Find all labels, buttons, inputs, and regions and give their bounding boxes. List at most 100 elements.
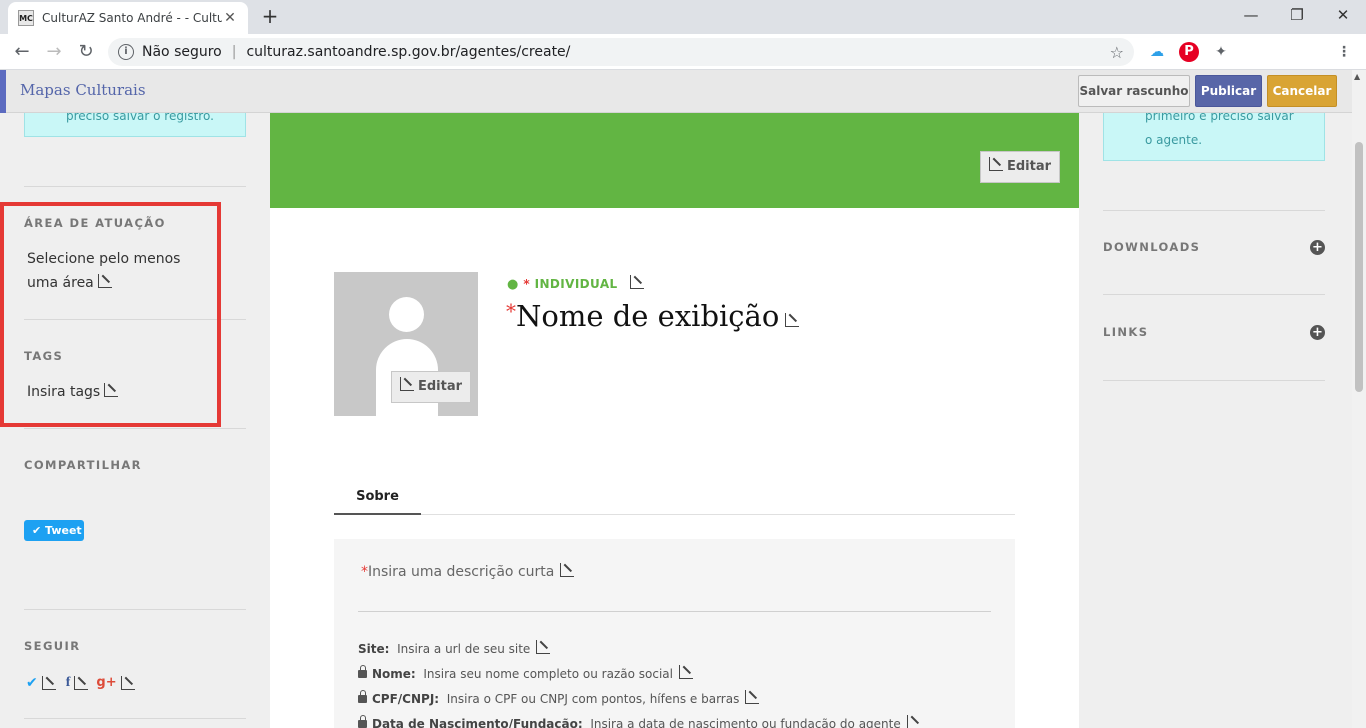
- divider: [24, 609, 246, 610]
- user-icon: ●: [507, 277, 519, 292]
- site-header: Mapas Culturais Salvar rascunho Publicar…: [0, 70, 1352, 113]
- add-download-icon[interactable]: +: [1310, 240, 1325, 255]
- twitter-icon[interactable]: ✔: [26, 673, 38, 693]
- cover-edit-label: Editar: [1007, 159, 1052, 174]
- reload-icon[interactable]: ↻: [72, 38, 100, 66]
- divider: [24, 186, 246, 187]
- extensions-puzzle-icon[interactable]: ✦: [1211, 42, 1231, 62]
- right-sidebar: primeiro é preciso salvar o agente. DOWN…: [1079, 103, 1352, 728]
- facebook-icon[interactable]: f: [66, 673, 71, 693]
- browser-menu-icon[interactable]: ⋮: [1334, 42, 1354, 62]
- agent-type[interactable]: ● * INDIVIDUAL: [507, 275, 645, 292]
- edit-icon[interactable]: [906, 715, 921, 728]
- display-name-field[interactable]: *Nome de exibição: [506, 299, 800, 333]
- display-name-placeholder: Nome de exibição: [516, 299, 780, 333]
- browser-tab[interactable]: MC CulturAZ Santo André - - CulturAZ ✕: [8, 2, 248, 34]
- field-label: CPF/CNPJ:: [372, 692, 440, 706]
- avatar-head: [389, 297, 424, 332]
- lock-icon: [358, 715, 367, 728]
- site-favicon: MC: [18, 10, 34, 26]
- info-icon[interactable]: i: [118, 44, 134, 60]
- bookmark-star-icon[interactable]: ☆: [1110, 43, 1124, 62]
- publish-button[interactable]: Publicar: [1195, 75, 1262, 107]
- edit-icon: [400, 377, 414, 391]
- browser-tabstrip: MC CulturAZ Santo André - - CulturAZ ✕ +…: [0, 0, 1366, 34]
- edit-icon[interactable]: [74, 676, 89, 690]
- site-field[interactable]: Site: Insira a url de seu site: [358, 640, 551, 656]
- social-links: ✔ f g+: [26, 673, 135, 693]
- divider: [1103, 294, 1325, 295]
- downloads-section-title: DOWNLOADS: [1103, 240, 1201, 254]
- add-link-icon[interactable]: +: [1310, 325, 1325, 340]
- cover-image: Editar: [270, 113, 1079, 208]
- minimize-icon[interactable]: —: [1228, 0, 1274, 30]
- tweet-button[interactable]: ✔ Tweet: [24, 520, 84, 541]
- edit-icon[interactable]: [41, 676, 56, 690]
- main-content: Editar Editar ● * INDIVIDUAL *Nome de ex…: [270, 113, 1079, 728]
- google-plus-icon[interactable]: g+: [96, 673, 116, 693]
- lock-icon: [358, 690, 367, 703]
- field-value: Insira a url de seu site: [397, 642, 531, 656]
- twitter-bird-icon: ✔: [32, 524, 46, 537]
- pinterest-extension-icon[interactable]: P: [1179, 42, 1199, 62]
- forward-icon[interactable]: →: [40, 38, 68, 66]
- field-label: Site:: [358, 642, 390, 656]
- cpf-cnpj-field[interactable]: CPF/CNPJ: Insira o CPF ou CNPJ com ponto…: [358, 690, 760, 706]
- edit-icon[interactable]: [679, 665, 693, 679]
- follow-section-title: SEGUIR: [24, 639, 81, 653]
- tweet-label: Tweet: [45, 524, 82, 537]
- name-field[interactable]: Nome: Insira seu nome completo ou razão …: [358, 665, 693, 681]
- avatar: Editar: [334, 272, 478, 416]
- close-tab-icon[interactable]: ✕: [222, 10, 238, 26]
- links-section-title: LINKS: [1103, 325, 1149, 339]
- cloud-extension-icon[interactable]: ☁: [1147, 42, 1167, 62]
- birth-date-field[interactable]: Data de Nascimento/Fundação: Insira a da…: [358, 715, 921, 728]
- divider: [24, 428, 246, 429]
- scroll-up-icon[interactable]: ▲: [1354, 72, 1360, 81]
- back-icon[interactable]: ←: [8, 38, 36, 66]
- agent-type-label: INDIVIDUAL: [534, 277, 618, 291]
- divider: |: [231, 44, 237, 60]
- edit-icon[interactable]: [630, 275, 645, 289]
- field-value: Insira a data de nascimento ou fundação …: [590, 717, 901, 728]
- edit-icon[interactable]: [536, 640, 551, 654]
- divider: [24, 718, 246, 719]
- url-text[interactable]: culturaz.santoandre.sp.gov.br/agentes/cr…: [246, 44, 1109, 60]
- required-marker: *: [506, 299, 516, 323]
- short-description-field[interactable]: *Insira uma descrição curta: [361, 563, 575, 580]
- share-section-title: COMPARTILHAR: [24, 458, 142, 472]
- divider: [358, 611, 991, 612]
- divider: [1103, 210, 1325, 211]
- right-alert-line2: o agente.: [1145, 133, 1203, 147]
- avatar-edit-label: Editar: [418, 379, 463, 394]
- cancel-button[interactable]: Cancelar: [1267, 75, 1337, 107]
- lock-icon: [358, 665, 367, 678]
- field-label: Nome:: [372, 667, 416, 681]
- edit-icon[interactable]: [745, 690, 760, 704]
- edit-icon[interactable]: [560, 563, 575, 577]
- divider: [1103, 380, 1325, 381]
- avatar-edit-button[interactable]: Editar: [391, 371, 472, 403]
- short-description-placeholder: Insira uma descrição curta: [368, 564, 555, 580]
- field-value: Insira o CPF ou CNPJ com pontos, hífens …: [446, 692, 740, 706]
- new-tab-icon[interactable]: +: [258, 4, 282, 28]
- page-scrollbar[interactable]: ▲: [1352, 70, 1366, 728]
- cover-edit-button[interactable]: Editar: [980, 151, 1061, 183]
- security-label: Não seguro: [142, 44, 222, 60]
- restore-icon[interactable]: ❐: [1274, 0, 1320, 30]
- close-window-icon[interactable]: ✕: [1320, 0, 1366, 30]
- highlight-box: [0, 202, 221, 427]
- scrollbar-thumb[interactable]: [1355, 142, 1363, 392]
- address-bar[interactable]: i Não seguro | culturaz.santoandre.sp.go…: [108, 38, 1134, 66]
- tab-about[interactable]: Sobre: [334, 482, 421, 515]
- edit-icon[interactable]: [120, 676, 135, 690]
- content-tabs: Sobre: [334, 482, 1015, 515]
- header-accent: [0, 70, 6, 113]
- site-logo[interactable]: Mapas Culturais: [20, 81, 146, 99]
- edit-icon[interactable]: [785, 313, 800, 327]
- edit-icon: [989, 157, 1003, 171]
- about-panel: *Insira uma descrição curta Site: Insira…: [334, 539, 1015, 728]
- field-value: Insira seu nome completo ou razão social: [423, 667, 673, 681]
- required-marker: *: [523, 277, 531, 291]
- save-draft-button[interactable]: Salvar rascunho: [1078, 75, 1190, 107]
